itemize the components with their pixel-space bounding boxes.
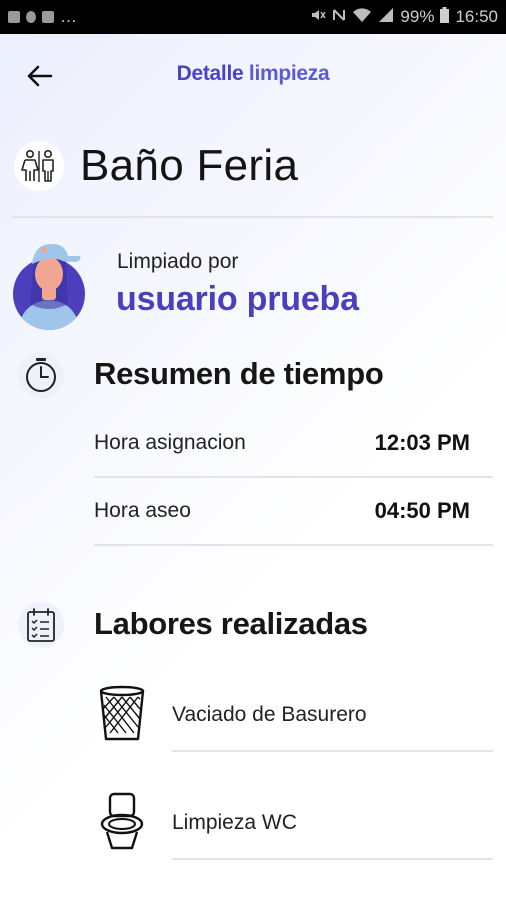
avatar	[12, 230, 86, 330]
app-header: Detalle limpieza	[0, 34, 506, 114]
battery-percent: 99%	[400, 7, 435, 26]
task-item: Vaciado de Basurero	[172, 680, 493, 752]
task-label: Vaciado de Basurero	[172, 703, 367, 726]
tasks-title: Labores realizadas	[94, 606, 368, 641]
chat-notification-icon	[42, 11, 54, 23]
cleaned-by-user: usuario prueba	[116, 280, 359, 318]
task-item: Limpieza WC	[172, 788, 493, 860]
nfc-icon	[332, 7, 346, 28]
status-left: …	[8, 7, 77, 27]
time-row-label: Hora aseo	[94, 499, 191, 522]
time-row-cleaned: Hora aseo 04:50 PM	[94, 478, 493, 546]
trash-bin-icon	[96, 684, 148, 744]
checklist-icon	[18, 602, 64, 648]
location-header: Baño Feria	[14, 136, 298, 196]
time-row-assigned: Hora asignacion 12:03 PM	[94, 410, 493, 478]
time-summary-title: Resumen de tiempo	[94, 356, 384, 391]
drop-notification-icon	[26, 11, 36, 23]
gallery-notification-icon	[8, 11, 20, 23]
divider	[12, 216, 493, 218]
more-notifications: …	[60, 7, 77, 26]
status-bar: … 99% 16:50	[0, 0, 506, 34]
status-right: 99% 16:50	[310, 6, 498, 28]
page-title-part1: Detalle	[176, 62, 244, 85]
app-screen: Detalle limpieza Baño Feria Limpiado por…	[0, 34, 506, 900]
location-name: Baño Feria	[80, 141, 299, 190]
wifi-icon	[352, 7, 372, 28]
toilet-icon	[96, 792, 148, 852]
task-label: Limpieza WC	[172, 811, 297, 834]
time-row-value: 04:50 PM	[374, 498, 470, 523]
time-row-label: Hora asignacion	[94, 431, 246, 454]
page-title-part2: limpieza	[248, 62, 330, 85]
cleaned-by-label: Limpiado por	[117, 250, 239, 273]
battery-icon	[440, 6, 450, 28]
restroom-icon	[14, 141, 64, 191]
stopwatch-icon	[18, 352, 64, 398]
mute-icon	[310, 7, 327, 28]
page-title: Detalle limpieza	[0, 62, 506, 86]
clock: 16:50	[455, 7, 498, 26]
signal-icon	[378, 7, 394, 28]
time-row-value: 12:03 PM	[374, 430, 470, 455]
